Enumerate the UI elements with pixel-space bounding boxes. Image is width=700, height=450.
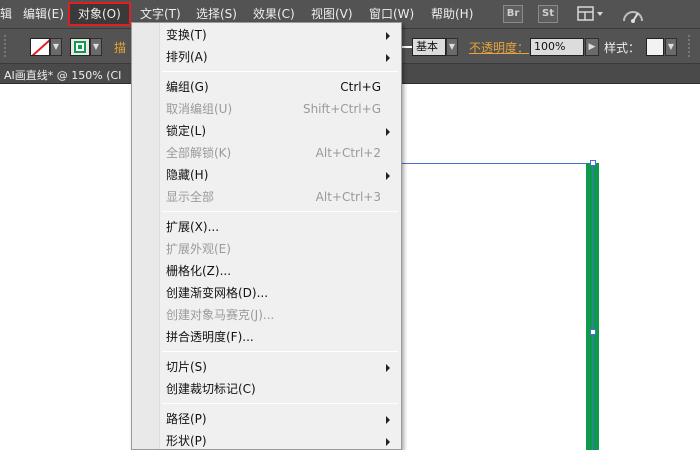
menu-partial-item[interactable]: 辑 bbox=[0, 6, 12, 22]
stroke-dropdown-icon[interactable]: ▼ bbox=[90, 38, 102, 56]
menu-item-unlock-all[interactable]: 全部解锁(K) Alt+Ctrl+2 bbox=[132, 142, 401, 164]
menu-item-label: 路径(P) bbox=[166, 412, 207, 426]
menu-item-shortcut: Alt+Ctrl+3 bbox=[315, 190, 381, 204]
menu-item-group[interactable]: 编组(G) Ctrl+G bbox=[132, 76, 401, 98]
menu-help[interactable]: 帮助(H) bbox=[431, 6, 473, 22]
menu-item-shortcut: Alt+Ctrl+2 bbox=[315, 146, 381, 160]
menu-item-shape[interactable]: 形状(P) bbox=[132, 430, 401, 450]
submenu-arrow-icon bbox=[386, 172, 390, 180]
submenu-arrow-icon bbox=[386, 364, 390, 372]
object-menu-dropdown: 变换(T) 排列(A) 编组(G) Ctrl+G 取消编组(U) Shift+C… bbox=[131, 22, 402, 450]
opacity-input[interactable]: 100% bbox=[530, 38, 584, 56]
menu-type[interactable]: 文字(T) bbox=[140, 6, 181, 22]
opacity-value: 100% bbox=[534, 40, 566, 53]
panel-grip-right[interactable] bbox=[688, 35, 694, 57]
selection-handle-middle[interactable] bbox=[590, 329, 596, 335]
menu-item-label: 创建裁切标记(C) bbox=[166, 382, 256, 396]
menu-item-create-gradient-mesh[interactable]: 创建渐变网格(D)... bbox=[132, 282, 401, 304]
menu-effect[interactable]: 效果(C) bbox=[253, 6, 295, 22]
menu-item-label: 隐藏(H) bbox=[166, 168, 209, 182]
submenu-arrow-icon bbox=[386, 128, 390, 136]
fill-dropdown-icon[interactable]: ▼ bbox=[50, 38, 62, 56]
gpu-performance-icon[interactable] bbox=[621, 5, 645, 25]
brush-dropdown-icon[interactable]: ▼ bbox=[446, 38, 458, 56]
menu-item-arrange[interactable]: 排列(A) bbox=[132, 46, 401, 68]
menu-item-label: 切片(S) bbox=[166, 360, 207, 374]
style-dropdown-icon[interactable]: ▼ bbox=[665, 38, 677, 56]
submenu-arrow-icon bbox=[386, 32, 390, 40]
fill-none-swatch[interactable] bbox=[30, 38, 50, 56]
menu-item-label: 锁定(L) bbox=[166, 124, 207, 138]
menu-window[interactable]: 窗口(W) bbox=[369, 6, 414, 22]
menu-item-label: 创建渐变网格(D)... bbox=[166, 286, 269, 300]
graphic-style-swatch[interactable] bbox=[646, 38, 664, 56]
menu-item-label: 排列(A) bbox=[166, 50, 208, 64]
menu-edit[interactable]: 编辑(E) bbox=[23, 6, 64, 22]
menu-object[interactable]: 对象(O) bbox=[68, 2, 131, 26]
menu-item-label: 全部解锁(K) bbox=[166, 146, 232, 160]
menu-item-slice[interactable]: 切片(S) bbox=[132, 356, 401, 378]
stock-icon[interactable]: St bbox=[538, 5, 558, 23]
menu-item-show-all[interactable]: 显示全部 Alt+Ctrl+3 bbox=[132, 186, 401, 208]
menu-item-label: 变换(T) bbox=[166, 28, 207, 42]
panel-grip[interactable] bbox=[4, 35, 10, 57]
selection-handle-top[interactable] bbox=[590, 160, 596, 166]
submenu-arrow-icon bbox=[386, 416, 390, 424]
menu-item-label: 拼合透明度(F)... bbox=[166, 330, 254, 344]
opacity-label[interactable]: 不透明度： bbox=[469, 39, 529, 56]
menu-item-lock[interactable]: 锁定(L) bbox=[132, 120, 401, 142]
menu-separator bbox=[162, 351, 398, 352]
menu-item-label: 扩展(X)... bbox=[166, 220, 220, 234]
menu-item-create-object-mosaic[interactable]: 创建对象马赛克(J)... bbox=[132, 304, 401, 326]
submenu-arrow-icon bbox=[386, 438, 390, 446]
menu-item-ungroup[interactable]: 取消编组(U) Shift+Ctrl+G bbox=[132, 98, 401, 120]
menu-item-label: 栅格化(Z)... bbox=[166, 264, 232, 278]
brush-definition-field[interactable]: 基本 bbox=[412, 38, 446, 56]
menu-separator bbox=[162, 71, 398, 72]
menu-item-create-trim-marks[interactable]: 创建裁切标记(C) bbox=[132, 378, 401, 400]
menu-item-label: 显示全部 bbox=[166, 190, 215, 204]
opacity-arrow-icon[interactable]: ▶ bbox=[585, 38, 599, 56]
menu-view[interactable]: 视图(V) bbox=[311, 6, 353, 22]
menu-item-flatten-transparency[interactable]: 拼合透明度(F)... bbox=[132, 326, 401, 348]
menu-item-expand-appearance[interactable]: 扩展外观(E) bbox=[132, 238, 401, 260]
stroke-label[interactable]: 描 bbox=[114, 39, 126, 56]
style-label: 样式： bbox=[604, 41, 641, 55]
menu-item-label: 形状(P) bbox=[166, 434, 207, 448]
menu-item-path[interactable]: 路径(P) bbox=[132, 408, 401, 430]
menu-item-label: 取消编组(U) bbox=[166, 102, 233, 116]
menu-select[interactable]: 选择(S) bbox=[196, 6, 237, 22]
arrange-documents-icon[interactable] bbox=[577, 5, 605, 23]
menu-separator bbox=[162, 211, 398, 212]
menu-item-expand[interactable]: 扩展(X)... bbox=[132, 216, 401, 238]
selection-bounding-edge bbox=[592, 163, 593, 450]
bridge-icon[interactable]: Br bbox=[503, 5, 523, 23]
menu-separator bbox=[162, 403, 398, 404]
menu-item-hide[interactable]: 隐藏(H) bbox=[132, 164, 401, 186]
menu-item-transform[interactable]: 变换(T) bbox=[132, 24, 401, 46]
menu-item-label: 创建对象马赛克(J)... bbox=[166, 308, 275, 322]
menu-item-label: 扩展外观(E) bbox=[166, 242, 231, 256]
menu-item-label: 编组(G) bbox=[166, 80, 209, 94]
document-title: AI画直线* @ 150% (CI bbox=[4, 69, 122, 82]
menu-item-shortcut: Shift+Ctrl+G bbox=[302, 102, 381, 116]
submenu-arrow-icon bbox=[386, 54, 390, 62]
stroke-swatch[interactable] bbox=[70, 38, 90, 56]
brush-definition-line-icon bbox=[402, 46, 412, 48]
menu-item-shortcut: Ctrl+G bbox=[340, 80, 381, 94]
menu-item-rasterize[interactable]: 栅格化(Z)... bbox=[132, 260, 401, 282]
selected-line-path[interactable] bbox=[400, 163, 593, 164]
brush-definition-value: 基本 bbox=[416, 40, 438, 53]
